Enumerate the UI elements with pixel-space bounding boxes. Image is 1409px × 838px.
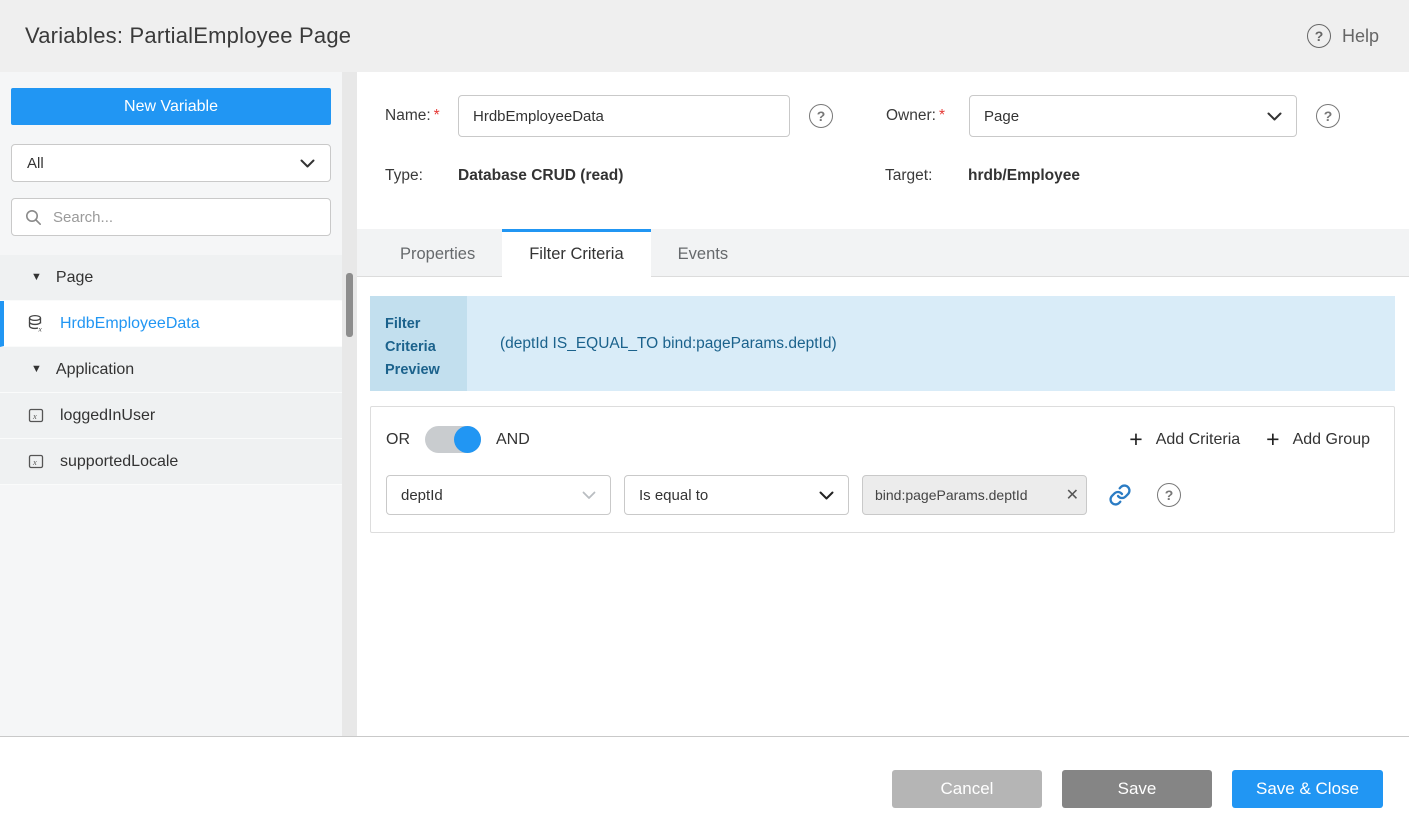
criteria-help-icon[interactable]: ?	[1157, 483, 1181, 507]
help-button[interactable]: ? Help	[1307, 24, 1379, 48]
preview-label: Filter Criteria Preview	[370, 296, 467, 391]
target-label: Target:	[885, 167, 968, 185]
dialog-body: New Variable All ▼ Page	[0, 72, 1409, 737]
tree-item-loggedinuser[interactable]: x loggedInUser	[0, 393, 342, 439]
variable-detail-panel: Name:* ? Owner:* Page ? Type: Database C…	[357, 72, 1409, 736]
bind-value-token[interactable]: bind:pageParams.deptId ✕	[862, 475, 1087, 515]
page-title: Variables: PartialEmployee Page	[25, 23, 351, 49]
variable-filter-select[interactable]: All	[11, 144, 331, 182]
filter-criteria-preview: Filter Criteria Preview (deptId IS_EQUAL…	[370, 296, 1395, 391]
field-select[interactable]: deptId	[386, 475, 611, 515]
tab-events[interactable]: Events	[651, 229, 755, 276]
tree-item-hrdbemployeedata[interactable]: x HrdbEmployeeData	[0, 301, 342, 347]
owner-select[interactable]: Page	[969, 95, 1297, 137]
variables-tree: ▼ Page x	[0, 255, 342, 485]
database-icon: x	[27, 314, 46, 333]
dialog-header: Variables: PartialEmployee Page ? Help	[0, 0, 1409, 72]
owner-label: Owner:*	[886, 107, 969, 125]
operator-value: Is equal to	[639, 487, 708, 504]
triangle-down-icon: ▼	[31, 272, 42, 283]
bind-value-text: bind:pageParams.deptId	[875, 487, 1064, 503]
help-question-icon: ?	[1307, 24, 1331, 48]
variable-filter-value: All	[27, 155, 44, 172]
triangle-down-icon: ▼	[31, 364, 42, 375]
tab-properties[interactable]: Properties	[373, 229, 502, 276]
variables-dialog: Variables: PartialEmployee Page ? Help N…	[0, 0, 1409, 838]
type-target-row: Type: Database CRUD (read) Target: hrdb/…	[385, 166, 1409, 186]
tree-group-application[interactable]: ▼ Application	[0, 347, 342, 393]
help-label: Help	[1342, 26, 1379, 47]
field-value: deptId	[401, 487, 443, 504]
owner-help-icon[interactable]: ?	[1316, 104, 1340, 128]
tab-filter-criteria[interactable]: Filter Criteria	[502, 229, 650, 277]
or-label: OR	[386, 431, 410, 449]
toggle-knob	[454, 426, 481, 453]
criteria-group: OR AND + Add Criteria + Add Group	[370, 406, 1395, 533]
type-value: Database CRUD (read)	[458, 167, 885, 185]
tree-group-label: Application	[56, 361, 134, 379]
svg-text:x: x	[32, 457, 37, 467]
variables-sidebar: New Variable All ▼ Page	[0, 72, 342, 736]
tree-group-label: Page	[56, 269, 93, 287]
save-button[interactable]: Save	[1062, 770, 1212, 808]
required-asterisk: *	[434, 107, 440, 124]
tree-item-label: HrdbEmployeeData	[60, 315, 200, 333]
name-label: Name:*	[385, 107, 458, 125]
search-icon	[25, 209, 42, 226]
tree-item-label: supportedLocale	[60, 453, 178, 471]
and-label: AND	[496, 431, 530, 449]
search-input[interactable]	[51, 208, 317, 227]
chevron-down-icon	[1267, 112, 1282, 121]
dialog-footer: Cancel Save Save & Close	[0, 737, 1409, 838]
add-criteria-button[interactable]: + Add Criteria	[1129, 428, 1240, 451]
tree-item-supportedlocale[interactable]: x supportedLocale	[0, 439, 342, 485]
criteria-toolbar: OR AND + Add Criteria + Add Group	[386, 426, 1370, 453]
plus-icon: +	[1129, 428, 1142, 451]
chevron-down-icon	[819, 491, 834, 500]
add-group-button[interactable]: + Add Group	[1266, 428, 1370, 451]
owner-value: Page	[984, 108, 1019, 125]
name-input[interactable]	[458, 95, 790, 137]
variable-icon: x	[27, 452, 46, 471]
close-icon[interactable]: ✕	[1066, 485, 1079, 505]
sidebar-scrollbar[interactable]	[342, 72, 357, 736]
tab-bar: Properties Filter Criteria Events	[357, 229, 1409, 277]
or-and-toggle[interactable]	[425, 426, 481, 453]
cancel-button[interactable]: Cancel	[892, 770, 1042, 808]
chevron-down-icon	[582, 491, 596, 500]
variable-icon: x	[27, 406, 46, 425]
operator-select[interactable]: Is equal to	[624, 475, 849, 515]
tree-item-label: loggedInUser	[60, 407, 155, 425]
new-variable-button[interactable]: New Variable	[11, 88, 331, 125]
svg-text:x: x	[38, 325, 43, 334]
variable-search	[11, 198, 331, 236]
criteria-row: deptId Is equal to bind:pageParams.deptI…	[386, 475, 1370, 515]
plus-icon: +	[1266, 428, 1279, 451]
target-value: hrdb/Employee	[968, 167, 1080, 185]
add-criteria-label: Add Criteria	[1156, 431, 1240, 449]
chevron-down-icon	[300, 159, 315, 168]
required-asterisk: *	[939, 107, 945, 124]
scrollbar-thumb[interactable]	[346, 273, 353, 337]
type-label: Type:	[385, 167, 458, 185]
bind-link-icon[interactable]	[1108, 483, 1132, 507]
name-help-icon[interactable]: ?	[809, 104, 833, 128]
name-owner-row: Name:* ? Owner:* Page ?	[385, 95, 1409, 137]
save-and-close-button[interactable]: Save & Close	[1232, 770, 1383, 808]
preview-expression: (deptId IS_EQUAL_TO bind:pageParams.dept…	[467, 296, 1395, 391]
add-group-label: Add Group	[1293, 431, 1370, 449]
tree-group-page[interactable]: ▼ Page	[0, 255, 342, 301]
svg-text:x: x	[32, 411, 37, 421]
